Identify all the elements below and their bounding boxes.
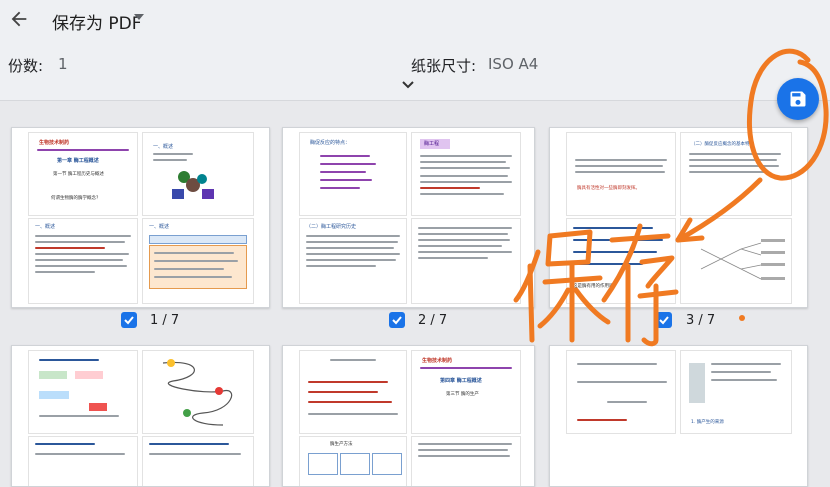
slide: [411, 218, 521, 304]
slide: [680, 218, 792, 304]
slide: [28, 436, 138, 486]
slide: 一、概述: [142, 132, 254, 216]
slide-chapter: 第四章 酶工程概述: [440, 378, 482, 384]
slide: [142, 436, 254, 486]
slide-title: 生物技术制药: [422, 358, 453, 364]
slide-question: 何谓生物酶的酶学概念？: [51, 196, 101, 201]
page-title[interactable]: 保存为 PDF: [52, 9, 142, 34]
save-button[interactable]: [777, 78, 819, 120]
slide: 酶具有活性对一些酶即刻发挥。: [566, 132, 676, 216]
slide-heading: 1. 酶产生的来源: [691, 420, 724, 425]
page-3-count: 3 / 7: [686, 313, 716, 328]
slide-heading: （二）酶促反应概念的基本特性: [691, 142, 754, 147]
slide: 酶工程: [411, 132, 521, 216]
slide: 一、概述: [142, 218, 254, 304]
slide: 酶促反应的特点：: [299, 132, 407, 216]
page-thumbnail-4[interactable]: [11, 345, 270, 487]
save-icon: [790, 91, 806, 107]
page-thumbnail-1[interactable]: 生物技术制药 第一章 酶工程概述 第一节 酶工程历史与概述 何谓生物酶的酶学概念…: [11, 127, 270, 308]
print-options: 份数: 1 纸张尺寸: ISO A4: [0, 40, 830, 101]
chevron-down-icon[interactable]: [402, 81, 414, 89]
page-thumbnail-2[interactable]: 酶促反应的特点： 酶工程 （二）酶工程研究历史: [282, 127, 535, 308]
slide: 这是酶有用的作用吗？: [566, 218, 676, 304]
page-1-count: 1 / 7: [150, 313, 180, 328]
copies-value[interactable]: 1: [58, 55, 68, 73]
slide: 生物技术制药 第一章 酶工程概述 第一节 酶工程历史与概述 何谓生物酶的酶学概念…: [28, 132, 138, 216]
slide: [299, 350, 407, 434]
page-2-checkbox[interactable]: [389, 312, 405, 328]
app-header: 保存为 PDF: [0, 0, 830, 40]
slide-diagram: [700, 239, 785, 280]
slide-chapter: 第一章 酶工程概述: [57, 158, 99, 164]
slide-diagram: [162, 359, 233, 426]
caret-down-icon[interactable]: [134, 14, 144, 20]
slide: [142, 350, 254, 434]
arrow-left-icon[interactable]: [8, 8, 30, 30]
slide: 生物技术制药 第四章 酶工程概述 第三节 酶的生产: [411, 350, 521, 434]
slide-heading: 酶促反应的特点：: [310, 140, 351, 146]
slide-heading: 酶工程: [424, 141, 440, 147]
slide: 1. 酶产生的来源: [680, 350, 792, 434]
slide: （二）酶工程研究历史: [299, 218, 407, 304]
slide-heading: 一、概述: [35, 224, 56, 230]
slide-title: 生物技术制药: [39, 140, 70, 146]
slide: 酶生产方法: [299, 436, 407, 486]
page-thumbnail-6[interactable]: 1. 酶产生的来源: [549, 345, 808, 487]
slide-note: 酶具有活性对一些酶即刻发挥。: [577, 186, 640, 191]
slide: 一、概述: [28, 218, 138, 304]
page-1-checkbox[interactable]: [121, 312, 137, 328]
slide-heading: 酶生产方法: [330, 442, 353, 447]
slide-heading: 一、概述: [149, 224, 170, 230]
slide-heading: 一、概述: [153, 144, 174, 150]
page-thumbnail-3[interactable]: 酶具有活性对一些酶即刻发挥。 （二）酶促反应概念的基本特性 这是酶有用的作用吗？: [549, 127, 808, 308]
page-2-count: 2 / 7: [418, 313, 448, 328]
page-thumbnail-5[interactable]: 生物技术制药 第四章 酶工程概述 第三节 酶的生产 酶生产方法: [282, 345, 535, 487]
slide-section: 第三节 酶的生产: [446, 392, 479, 397]
slide: [411, 436, 521, 486]
paper-size-value[interactable]: ISO A4: [488, 55, 538, 73]
slide-image: [168, 167, 218, 201]
slide-section: 第一节 酶工程历史与概述: [53, 172, 104, 177]
slide-heading: （二）酶工程研究历史: [306, 224, 357, 230]
paper-size-label: 纸张尺寸:: [411, 57, 477, 75]
page-3-checkbox[interactable]: [656, 312, 672, 328]
slide-question: 这是酶有用的作用吗？: [573, 284, 618, 289]
annotation-dot: [739, 315, 745, 321]
slide: [28, 350, 138, 434]
slide: （二）酶促反应概念的基本特性: [680, 132, 792, 216]
slide: [566, 350, 676, 434]
copies-label: 份数:: [8, 57, 44, 75]
